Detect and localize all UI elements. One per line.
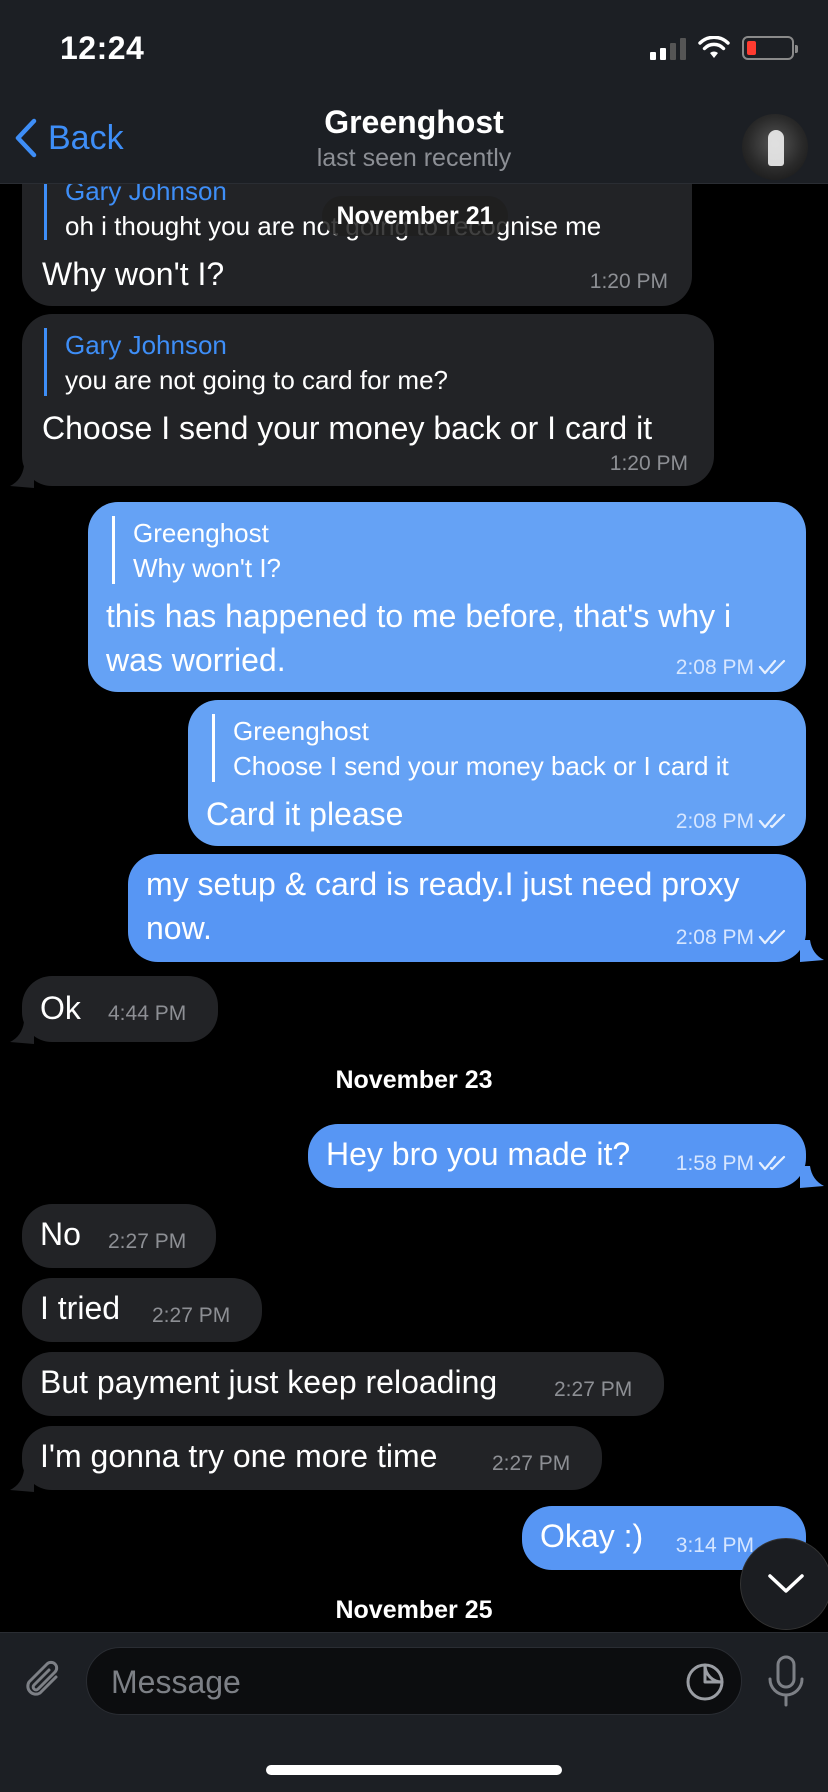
message-bubble-outgoing[interactable]: my setup & card is ready.I just need pro…: [128, 854, 806, 962]
message-time: 1:58 PM: [675, 1152, 754, 1175]
bubble-tail: [10, 466, 34, 488]
reply-text: you are not going to card for me?: [65, 365, 449, 395]
message-text: Choose I send your money back or I card …: [42, 410, 653, 446]
message-time: 2:08 PM: [675, 926, 754, 949]
sticker-icon[interactable]: [685, 1662, 725, 1702]
microphone-icon[interactable]: [762, 1653, 810, 1709]
message-text: But payment just keep reloading: [40, 1364, 498, 1400]
reply-quote[interactable]: Gary Johnson you are not going to card f…: [44, 328, 448, 396]
message-bubble-outgoing[interactable]: Hey bro you made it? 1:58 PM: [308, 1124, 806, 1188]
date-separator: November 23: [335, 1066, 493, 1094]
date-separator: November 25: [335, 1596, 493, 1624]
reply-author: Greenghost: [233, 716, 369, 746]
message-bubble-outgoing[interactable]: Greenghost Choose I send your money back…: [188, 700, 806, 846]
message-input-container[interactable]: [86, 1647, 742, 1715]
wifi-icon: [698, 36, 730, 58]
double-check-icon: [758, 929, 786, 945]
message-text: I tried: [40, 1290, 121, 1326]
floating-date-pill: November 21: [322, 196, 508, 236]
reply-quote[interactable]: Greenghost Choose I send your money back…: [212, 714, 729, 782]
message-bubble-incoming[interactable]: Gary Johnson you are not going to card f…: [22, 314, 714, 486]
status-icons: [650, 36, 798, 60]
reply-text: Why won't I?: [133, 553, 282, 583]
chevron-down-icon: [768, 1574, 804, 1593]
message-bubble-incoming[interactable]: I'm gonna try one more time 2:27 PM: [22, 1426, 602, 1490]
message-text: Ok: [40, 990, 81, 1026]
message-time: 1:20 PM: [609, 452, 688, 475]
message-text: my setup & card is ready.I just need pro…: [146, 866, 740, 902]
battery-icon: [742, 36, 798, 60]
message-text: No: [40, 1216, 81, 1252]
message-bubble-incoming[interactable]: No 2:27 PM: [22, 1204, 216, 1268]
chat-header: 12:24 Back Greenghost last seen recently: [0, 0, 828, 184]
message-time: 4:44 PM: [108, 1002, 187, 1025]
message-text: Why won't I?: [42, 256, 225, 292]
chat-status: last seen recently: [316, 144, 512, 172]
scroll-to-bottom-button[interactable]: [740, 1538, 828, 1630]
message-time: 2:08 PM: [675, 810, 754, 833]
message-time: 2:27 PM: [554, 1378, 633, 1401]
message-text: this has happened to me before, that's w…: [106, 598, 732, 634]
paperclip-icon[interactable]: [20, 1657, 68, 1705]
bubble-tail: [800, 1166, 824, 1188]
message-text-continued: now.: [146, 910, 212, 946]
message-input[interactable]: [111, 1658, 671, 1706]
message-bubble-outgoing[interactable]: Greenghost Why won't I? this has happene…: [88, 502, 806, 692]
reply-quote[interactable]: Greenghost Why won't I?: [112, 516, 281, 584]
double-check-icon: [758, 659, 786, 675]
message-text: Card it please: [206, 796, 404, 832]
bubble-tail: [800, 940, 824, 962]
reply-text: Choose I send your money back or I card …: [233, 751, 729, 781]
message-bubble-incoming[interactable]: Ok 4:44 PM: [22, 976, 218, 1042]
status-time: 12:24: [60, 30, 145, 66]
message-text-continued: was worried.: [106, 642, 286, 678]
reply-author: Greenghost: [133, 518, 269, 548]
message-time: 2:27 PM: [108, 1230, 187, 1253]
message-time: 2:27 PM: [492, 1452, 571, 1475]
message-composer: [0, 1632, 828, 1792]
message-text: Okay :): [540, 1518, 644, 1554]
message-time: 1:20 PM: [589, 270, 668, 293]
bubble-tail: [10, 1022, 34, 1044]
home-indicator: [266, 1765, 562, 1775]
avatar[interactable]: [742, 114, 808, 180]
double-check-icon: [758, 1155, 786, 1171]
cellular-signal-icon: [650, 36, 686, 60]
message-time: 3:14 PM: [675, 1534, 754, 1557]
message-time: 2:27 PM: [152, 1304, 231, 1327]
message-text: Hey bro you made it?: [326, 1136, 631, 1172]
message-text: I'm gonna try one more time: [40, 1438, 438, 1474]
message-time: 2:08 PM: [675, 656, 754, 679]
bubble-tail: [10, 1470, 34, 1492]
chat-title[interactable]: Greenghost: [0, 104, 828, 141]
double-check-icon: [758, 813, 786, 829]
reply-author: Gary Johnson: [65, 330, 227, 360]
message-bubble-incoming[interactable]: But payment just keep reloading 2:27 PM: [22, 1352, 664, 1416]
message-bubble-incoming[interactable]: I tried 2:27 PM: [22, 1278, 262, 1342]
